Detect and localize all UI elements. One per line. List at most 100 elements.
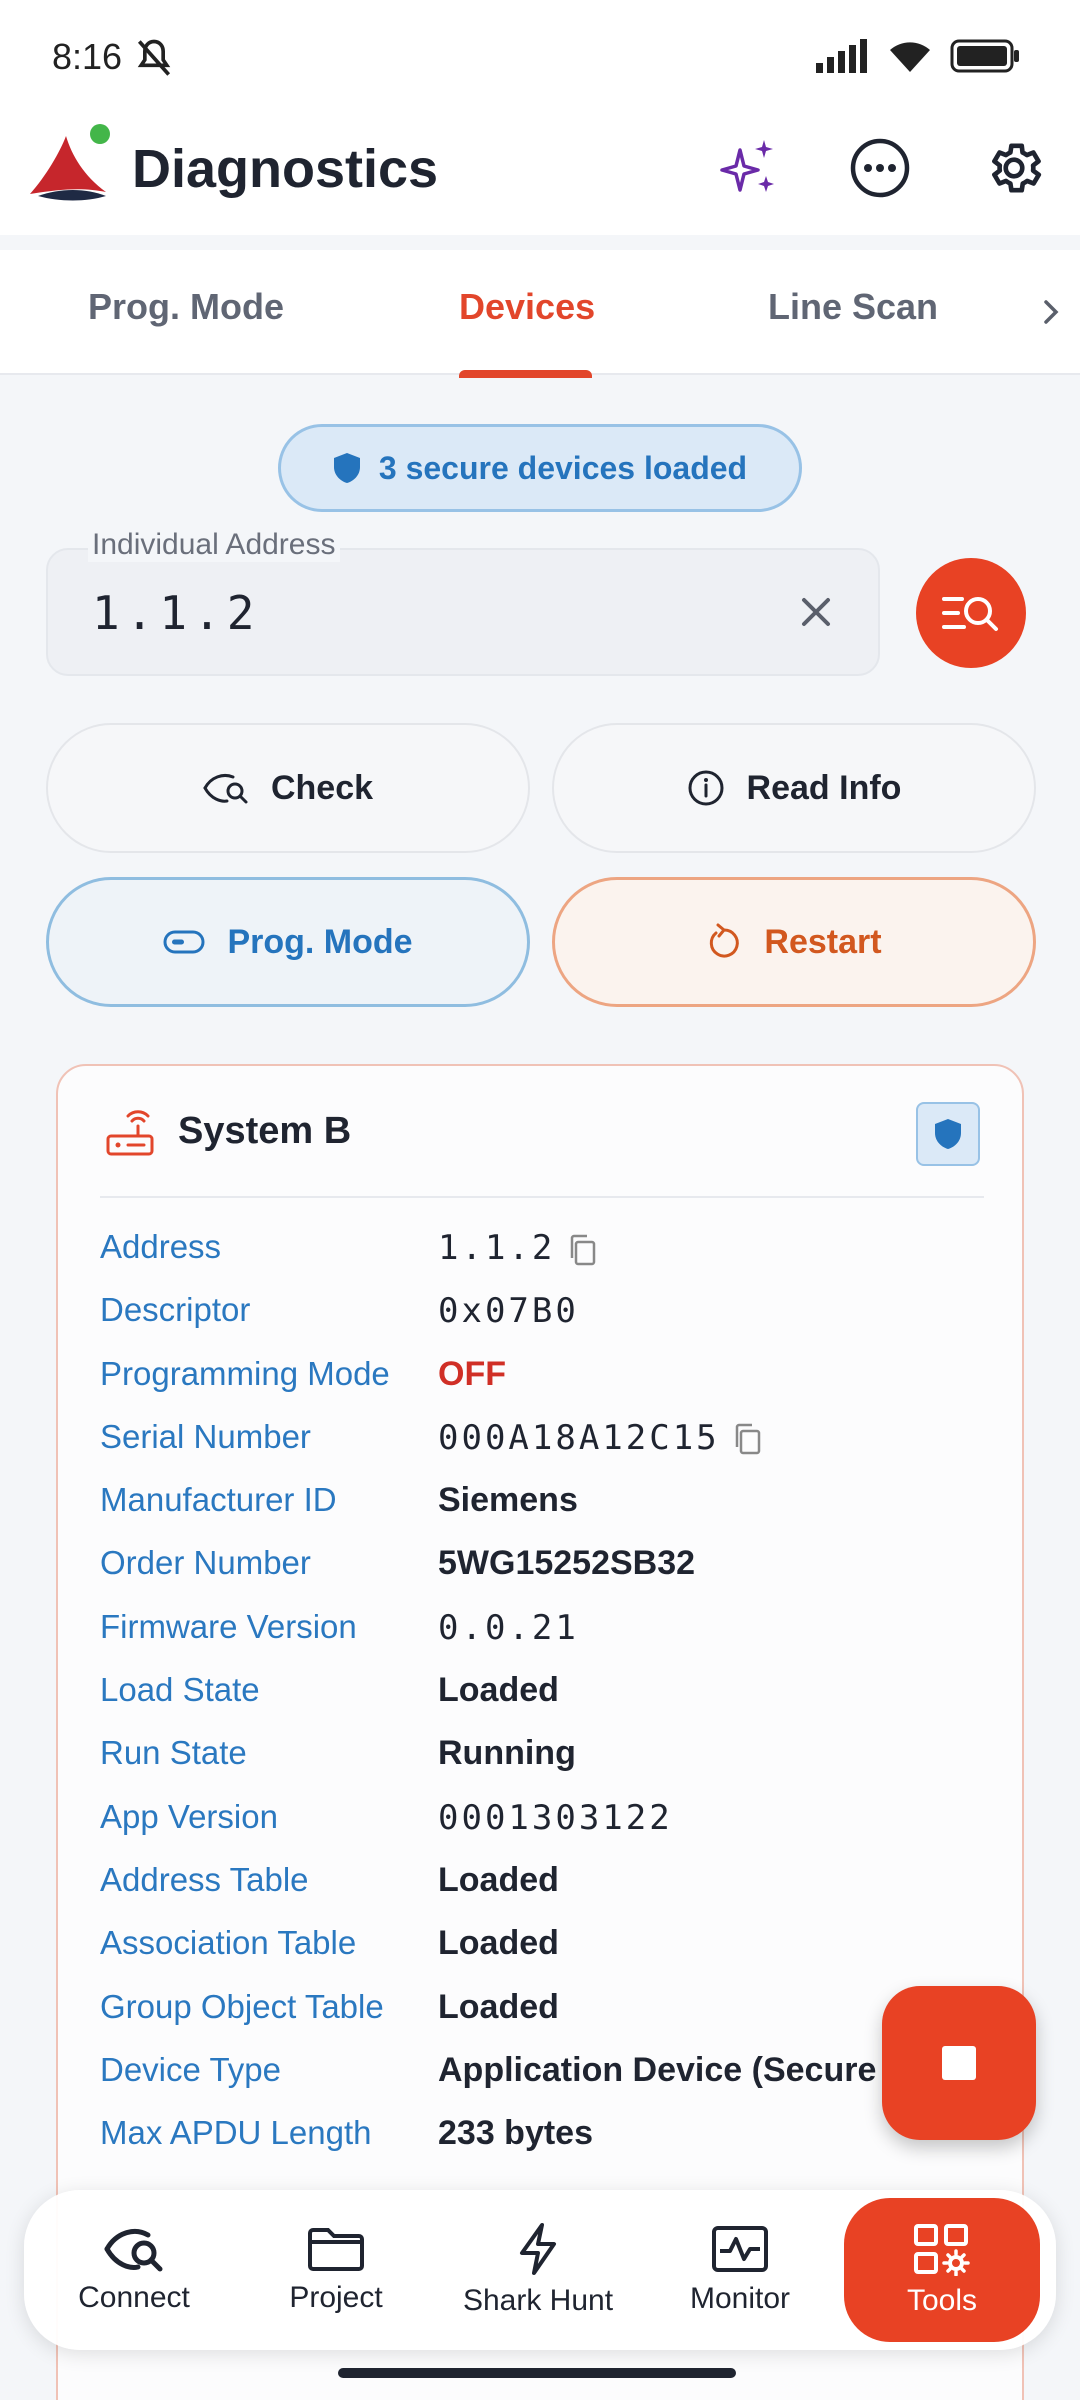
nav-label: Project [289, 2281, 383, 2314]
toggle-icon [163, 930, 205, 954]
bottom-navigation: Connect Project Shark Hunt Monitor Tools [24, 2190, 1056, 2350]
nav-label: Monitor [689, 2282, 791, 2315]
nav-label: Connect [78, 2281, 190, 2314]
check-button[interactable]: Check [46, 723, 530, 853]
shield-icon [333, 453, 360, 483]
device-title: System B [178, 1110, 352, 1152]
address-field[interactable]: 1.1.2 [46, 548, 880, 676]
info-label: Association Table [100, 1924, 357, 1962]
tab-devices[interactable]: Devices [459, 286, 595, 328]
lightning-icon [520, 2223, 556, 2275]
nav-tools[interactable]: Tools [844, 2198, 1040, 2342]
nav-project[interactable]: Project [238, 2190, 434, 2350]
stop-button[interactable] [882, 1986, 1036, 2140]
address-field-label: Individual Address [88, 528, 340, 562]
info-row-descriptor: Descriptor 0x07B0 [100, 1285, 1000, 1348]
info-row-max-apdu: Max APDU Length 233 bytes [100, 2108, 1000, 2171]
dnd-bell-icon [137, 39, 171, 76]
info-value: Loaded [438, 1924, 559, 1963]
info-value: 233 bytes [438, 2114, 593, 2153]
nav-connect[interactable]: Connect [36, 2190, 232, 2350]
info-label: Serial Number [100, 1417, 311, 1455]
info-icon [688, 770, 724, 806]
restart-icon [710, 923, 740, 958]
nav-shark-hunt[interactable]: Shark Hunt [440, 2190, 636, 2350]
tab-bar: Prog. Mode Devices Line Scan [0, 250, 1080, 375]
clear-icon[interactable] [792, 588, 840, 636]
info-label: Programming Mode [100, 1354, 390, 1392]
secure-badge[interactable] [916, 1102, 980, 1166]
info-value: Siemens [438, 1481, 578, 1520]
address-value: 1.1.2 [438, 1228, 556, 1268]
device-info-list: Address 1.1.2 Descriptor 0x07B0 Programm… [100, 1222, 1000, 2171]
info-value: 0.0.21 [438, 1607, 579, 1648]
info-row-group-object-table: Group Object Table Loaded [100, 1982, 1000, 2045]
info-value: 5WG15252SB32 [438, 1544, 696, 1583]
info-value: Loaded [438, 1671, 559, 1710]
search-devices-button[interactable] [916, 558, 1026, 668]
info-label: Load State [100, 1671, 260, 1709]
info-value: 1.1.2 [438, 1228, 597, 1268]
info-label: Run State [100, 1734, 247, 1772]
chevron-right-icon[interactable] [1036, 294, 1066, 330]
prog-mode-status: OFF [438, 1354, 506, 1393]
restart-label: Restart [764, 922, 882, 961]
banner-text: 3 secure devices loaded [378, 449, 748, 486]
read-info-button[interactable]: Read Info [552, 723, 1036, 853]
copy-icon[interactable] [732, 1422, 762, 1456]
prog-mode-label: Prog. Mode [227, 922, 413, 961]
copy-icon[interactable] [567, 1233, 597, 1267]
router-icon [106, 1110, 154, 1156]
info-value: Loaded [438, 1987, 559, 2026]
app-title: Diagnostics [132, 139, 439, 199]
info-label: Address [100, 1228, 222, 1265]
nav-label: Shark Hunt [462, 2284, 614, 2317]
wifi-icon [890, 42, 930, 72]
info-label: Device Type [100, 2050, 281, 2088]
sparkle-button[interactable] [718, 136, 782, 200]
connect-eye-icon [104, 2229, 163, 2272]
signal-icon [816, 39, 867, 73]
info-row-app-version: App Version 0001303122 [100, 1792, 1000, 1855]
tab-prog-mode[interactable]: Prog. Mode [88, 286, 284, 328]
nav-monitor[interactable]: Monitor [642, 2190, 838, 2350]
info-row-address: Address 1.1.2 [100, 1222, 1000, 1285]
tools-icon [914, 2224, 970, 2276]
info-row-programming-mode: Programming Mode OFF [100, 1349, 1000, 1412]
prog-mode-button[interactable]: Prog. Mode [46, 877, 530, 1007]
home-indicator[interactable] [338, 2368, 736, 2378]
info-value: Application Device (Secure [438, 2050, 877, 2089]
restart-button[interactable]: Restart [552, 877, 1036, 1007]
check-label: Check [270, 768, 374, 807]
info-row-manufacturer: Manufacturer ID Siemens [100, 1475, 1000, 1538]
card-divider [100, 1196, 984, 1198]
info-label: Address Table [100, 1860, 309, 1898]
settings-button[interactable] [982, 136, 1046, 200]
info-value: Loaded [438, 1860, 559, 1899]
list-search-icon [942, 597, 998, 631]
address-input[interactable]: 1.1.2 [92, 586, 260, 640]
info-value: 000A18A12C15 [438, 1418, 762, 1458]
info-row-firmware: Firmware Version 0.0.21 [100, 1602, 1000, 1665]
active-tab-indicator [459, 370, 592, 378]
info-row-device-type: Device Type Application Device (Secure [100, 2045, 1000, 2108]
eye-search-icon [203, 773, 248, 804]
tab-line-scan[interactable]: Line Scan [768, 286, 938, 328]
info-label: Max APDU Length [100, 2114, 372, 2152]
info-label: Group Object Table [100, 1987, 384, 2025]
info-value: Running [438, 1734, 576, 1773]
info-label: Firmware Version [100, 1607, 357, 1645]
more-horizontal-icon [850, 138, 910, 198]
more-options-button[interactable] [848, 136, 912, 200]
online-indicator [90, 124, 110, 144]
info-row-run-state: Run State Running [100, 1728, 1000, 1791]
folder-icon [308, 2228, 364, 2271]
info-label: App Version [100, 1797, 278, 1835]
info-value: 0x07B0 [438, 1291, 579, 1332]
read-info-label: Read Info [746, 768, 902, 807]
secure-devices-banner: 3 secure devices loaded [278, 424, 802, 512]
monitor-icon [712, 2226, 768, 2272]
info-label: Manufacturer ID [100, 1481, 337, 1519]
info-row-address-table: Address Table Loaded [100, 1855, 1000, 1918]
status-bar: 8:16 [0, 0, 1080, 110]
